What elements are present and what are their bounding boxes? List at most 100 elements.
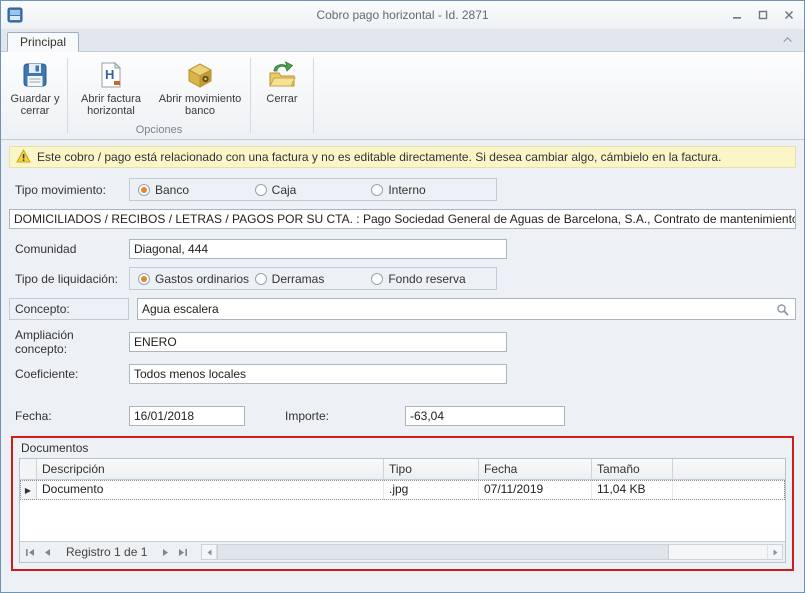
minimize-icon — [732, 10, 742, 20]
scroll-left-arrow[interactable] — [202, 545, 217, 559]
ribbon-separator — [313, 58, 314, 133]
concepto-field[interactable]: Agua escalera — [137, 298, 796, 320]
warning-icon — [16, 149, 31, 166]
maximize-icon — [758, 10, 768, 20]
ampliacion-label: Ampliación concepto: — [9, 328, 129, 356]
fecha-field[interactable]: 16/01/2018 — [129, 406, 245, 426]
comunidad-field[interactable]: Diagonal, 444 — [129, 239, 507, 259]
grid-indicator-header — [20, 459, 37, 479]
scrollbar-track[interactable] — [669, 545, 767, 559]
documentos-grid: Descripción Tipo Fecha Tamaño ▶ Document… — [19, 458, 786, 563]
chevron-up-icon — [783, 37, 791, 45]
importe-label: Importe: — [285, 409, 405, 423]
ribbon-separator — [250, 58, 251, 133]
maximize-button[interactable] — [752, 6, 774, 24]
guardar-y-cerrar-button[interactable]: Guardar y cerrar — [5, 54, 65, 124]
radio-caja[interactable]: Caja — [255, 183, 372, 197]
nav-last-button[interactable] — [174, 544, 191, 561]
cell-filler — [673, 480, 785, 500]
ampliacion-value: ENERO — [134, 335, 177, 349]
ribbon-group-caption — [253, 124, 311, 139]
close-icon — [784, 10, 794, 20]
radio-gastos-ordinarios[interactable]: Gastos ordinarios — [138, 272, 255, 286]
cell-tamano[interactable]: 11,04 KB — [592, 480, 673, 500]
radio-banco[interactable]: Banco — [138, 183, 255, 197]
current-row-arrow-icon: ▶ — [25, 481, 31, 500]
ribbon-group-cerrar: Cerrar — [253, 54, 311, 139]
cerrar-button[interactable]: Cerrar — [253, 54, 311, 124]
tipo-movimiento-radiogroup: Banco Caja Interno — [129, 178, 497, 201]
column-header-fecha[interactable]: Fecha — [479, 459, 592, 479]
radio-fondo-reserva[interactable]: Fondo reserva — [371, 272, 488, 286]
last-record-icon — [177, 548, 188, 557]
radio-icon — [255, 273, 267, 285]
radio-icon — [371, 273, 383, 285]
column-header-tamano[interactable]: Tamaño — [592, 459, 673, 479]
documentos-group-highlighted: Documentos Descripción Tipo Fecha Tamaño… — [11, 436, 794, 571]
ribbon: Guardar y cerrar H Abrir fa — [1, 52, 804, 140]
first-record-icon — [25, 548, 36, 557]
button-label: Guardar y cerrar — [9, 93, 61, 117]
row-tipo-liquidacion: Tipo de liquidación: Gastos ordinarios D… — [9, 267, 796, 290]
svg-text:H: H — [105, 67, 114, 82]
grid-empty-area — [20, 500, 785, 541]
horizontal-scrollbar[interactable] — [201, 544, 783, 560]
button-label: Cerrar — [266, 93, 297, 105]
nav-prev-button[interactable] — [39, 544, 56, 561]
row-coeficiente: Coeficiente: Todos menos locales — [9, 364, 796, 384]
radio-label: Caja — [272, 183, 297, 197]
coeficiente-field[interactable]: Todos menos locales — [129, 364, 507, 384]
row-concepto: Concepto: Agua escalera — [9, 298, 796, 320]
fecha-value: 16/01/2018 — [134, 409, 194, 423]
nav-first-button[interactable] — [22, 544, 39, 561]
minimize-button[interactable] — [726, 6, 748, 24]
radio-label: Banco — [155, 183, 189, 197]
importe-field[interactable]: -63,04 — [405, 406, 565, 426]
radio-interno[interactable]: Interno — [371, 183, 488, 197]
ribbon-group-main: Guardar y cerrar — [5, 54, 65, 139]
cell-fecha[interactable]: 07/11/2019 — [479, 480, 592, 500]
abrir-factura-horizontal-button[interactable]: H Abrir factura horizontal — [70, 54, 152, 124]
column-header-descripcion[interactable]: Descripción — [37, 459, 384, 479]
scrollbar-thumb[interactable] — [217, 545, 669, 559]
abrir-movimiento-banco-button[interactable]: Abrir movimiento banco — [152, 54, 248, 124]
row-tipo-movimiento: Tipo movimiento: Banco Caja Interno — [9, 178, 796, 201]
radio-label: Gastos ordinarios — [155, 272, 249, 286]
column-header-filler — [673, 459, 785, 479]
radio-icon — [371, 184, 383, 196]
title-bar[interactable]: Cobro pago horizontal - Id. 2871 — [1, 1, 804, 29]
record-navigator: Registro 1 de 1 — [20, 541, 785, 562]
close-button[interactable] — [778, 6, 800, 24]
scroll-right-arrow[interactable] — [767, 545, 782, 559]
table-row[interactable]: ▶ Documento .jpg 07/11/2019 11,04 KB — [20, 480, 785, 500]
row-fecha-importe: Fecha: 16/01/2018 Importe: -63,04 — [9, 406, 796, 426]
column-header-tipo[interactable]: Tipo — [384, 459, 479, 479]
invoice-document-icon: H — [98, 59, 124, 91]
ribbon-collapse-button[interactable] — [780, 32, 798, 48]
next-record-icon — [161, 548, 170, 557]
row-comunidad: Comunidad Diagonal, 444 — [9, 239, 796, 259]
radio-icon — [138, 184, 150, 196]
radio-derramas[interactable]: Derramas — [255, 272, 372, 286]
radio-label: Interno — [388, 183, 425, 197]
arrow-left-icon — [206, 549, 213, 556]
bank-safe-icon — [185, 59, 215, 91]
button-label: Abrir factura horizontal — [74, 93, 148, 117]
tab-principal[interactable]: Principal — [7, 32, 79, 52]
movimiento-descripcion-field[interactable]: DOMICILIADOS / RECIBOS / LETRAS / PAGOS … — [9, 209, 796, 229]
ribbon-group-opciones: H Abrir factura horizontal — [70, 54, 248, 139]
movimiento-descripcion-value: DOMICILIADOS / RECIBOS / LETRAS / PAGOS … — [14, 212, 796, 226]
ribbon-tab-row: Principal — [1, 29, 804, 52]
tipo-movimiento-label: Tipo movimiento: — [9, 183, 129, 197]
ampliacion-field[interactable]: ENERO — [129, 332, 507, 352]
nav-next-button[interactable] — [157, 544, 174, 561]
comunidad-label: Comunidad — [9, 242, 129, 256]
radio-icon — [255, 184, 267, 196]
concepto-search-button[interactable] — [773, 303, 791, 316]
cell-tipo[interactable]: .jpg — [384, 480, 479, 500]
dialog-window: Cobro pago horizontal - Id. 2871 Princip… — [0, 0, 805, 593]
cell-descripcion[interactable]: Documento — [37, 480, 384, 500]
ribbon-group-caption-opciones: Opciones — [70, 124, 248, 139]
prev-record-icon — [43, 548, 52, 557]
row-indicator-cell: ▶ — [20, 480, 37, 500]
